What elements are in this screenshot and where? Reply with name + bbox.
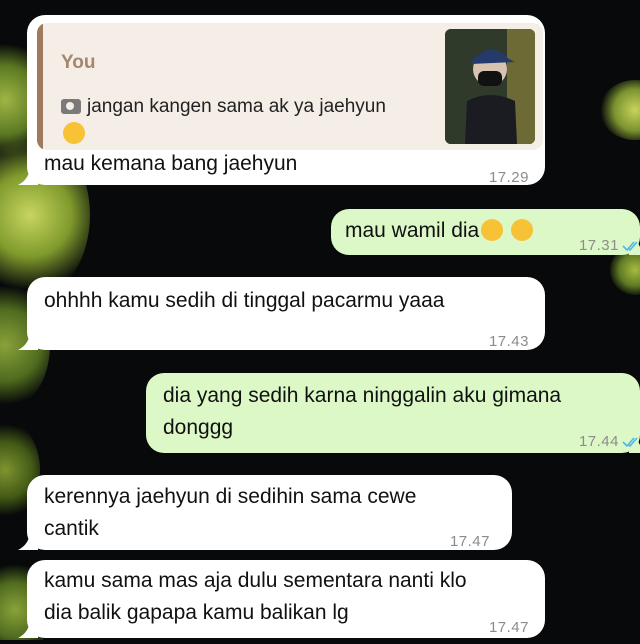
bubble-tail bbox=[18, 330, 38, 350]
message-line: kerennya jaehyun di sedihin sama cewe bbox=[44, 485, 417, 508]
double-check-read-icon bbox=[622, 437, 638, 448]
message-time: 17.31 bbox=[578, 237, 619, 254]
message-text: mau kemana bang jaehyun bbox=[44, 152, 298, 175]
quoted-sender: You bbox=[61, 52, 96, 73]
message-time: 17.47 bbox=[488, 619, 529, 636]
message-bubble-outgoing[interactable]: mau wamil dia 17.31 bbox=[331, 209, 640, 255]
message-time: 17.44 bbox=[578, 433, 619, 450]
message-text: ohhhh kamu sedih di tinggal pacarmu yaaa bbox=[44, 289, 445, 312]
double-check-read-icon bbox=[622, 241, 638, 252]
message-text: kamu sama mas aja dulu sementara nanti k… bbox=[44, 565, 529, 629]
message-text: kerennya jaehyun di sedihin sama cewe ca… bbox=[44, 481, 496, 545]
message-time: 17.29 bbox=[488, 169, 529, 186]
message-line: donggg bbox=[163, 416, 234, 439]
message-line: kamu sama mas aja dulu sementara nanti k… bbox=[44, 569, 467, 592]
pleading-face-emoji bbox=[63, 122, 85, 144]
message-text-content: mau wamil dia bbox=[345, 219, 480, 242]
message-time-status: 17.44 bbox=[579, 426, 640, 458]
message-time-status: 17.31 bbox=[579, 230, 640, 262]
camera-icon bbox=[61, 99, 81, 114]
bubble-tail bbox=[18, 530, 38, 550]
message-line: dia yang sedih karna ninggalin aku giman… bbox=[163, 384, 562, 407]
quote-accent-bar bbox=[37, 23, 43, 150]
message-time: 17.47 bbox=[449, 533, 490, 550]
bubble-tail bbox=[18, 165, 38, 185]
sneezing-face-emoji bbox=[511, 219, 534, 241]
message-text: dia yang sedih karna ninggalin aku giman… bbox=[163, 380, 624, 444]
message-bubble-outgoing[interactable]: dia yang sedih karna ninggalin aku giman… bbox=[146, 373, 640, 453]
message-bubble-incoming[interactable]: kerennya jaehyun di sedihin sama cewe ca… bbox=[18, 475, 512, 550]
message-bubble-incoming[interactable]: kamu sama mas aja dulu sementara nanti k… bbox=[18, 560, 545, 638]
reply-message-bubble[interactable]: You jangan kangen sama ak ya jaehyun mau… bbox=[18, 15, 545, 186]
message-bubble-incoming[interactable]: ohhhh kamu sedih di tinggal pacarmu yaaa… bbox=[18, 277, 545, 350]
message-time: 17.43 bbox=[488, 333, 529, 350]
person-photo-icon bbox=[445, 29, 535, 144]
quoted-text: jangan kangen sama ak ya jaehyun bbox=[61, 93, 413, 150]
bubble-tail bbox=[18, 618, 38, 638]
pensive-face-emoji bbox=[481, 219, 504, 241]
message-line: dia balik gapapa kamu balikan lg bbox=[44, 601, 349, 624]
quoted-message[interactable]: You jangan kangen sama ak ya jaehyun bbox=[37, 23, 543, 150]
quoted-caption: jangan kangen sama ak ya jaehyun bbox=[87, 96, 386, 117]
message-line: cantik bbox=[44, 517, 99, 540]
quoted-photo-thumbnail[interactable] bbox=[445, 29, 535, 144]
